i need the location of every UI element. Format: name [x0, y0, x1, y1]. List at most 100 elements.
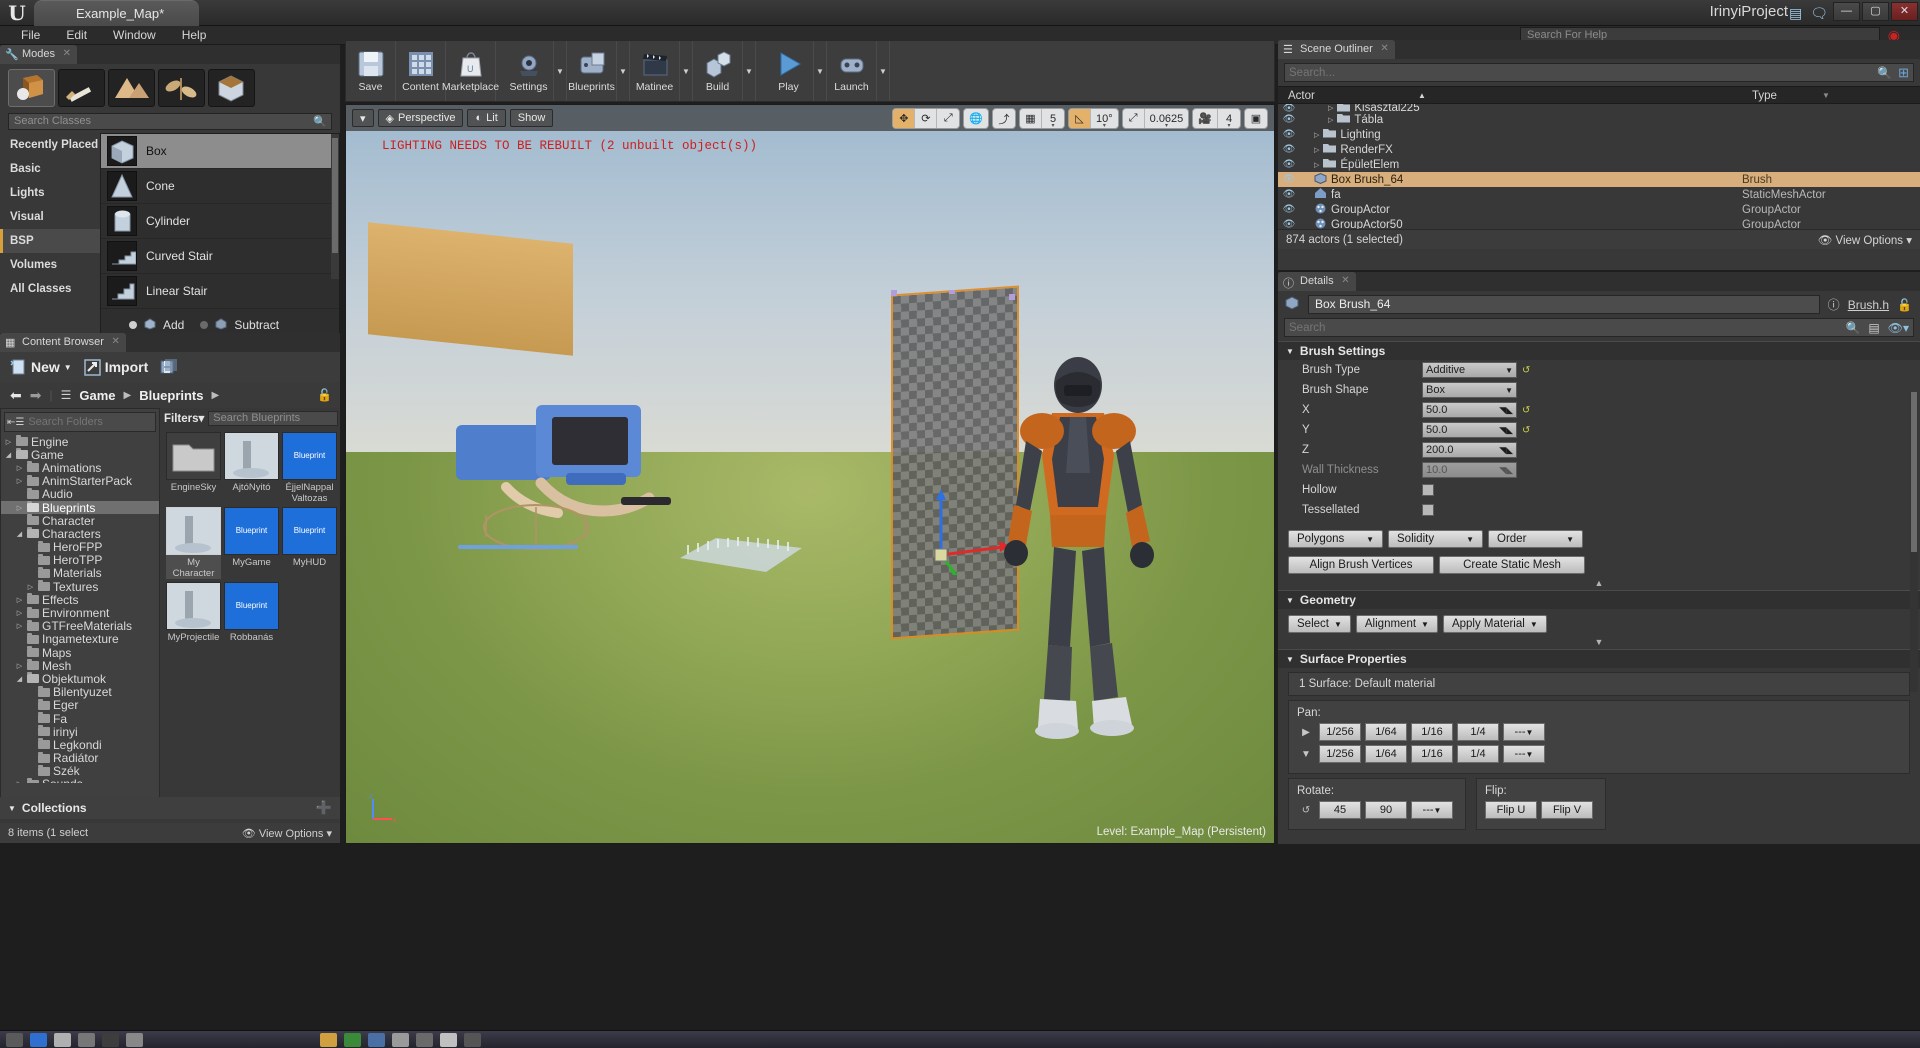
polygons-dropdown[interactable]: Polygons ▼ — [1288, 530, 1383, 548]
taskbar-item[interactable] — [416, 1032, 433, 1047]
hollow-checkbox[interactable] — [1422, 484, 1434, 496]
asset-thumbnail[interactable] — [166, 582, 221, 630]
collections-bar[interactable]: ▼ Collections ➕ — [0, 797, 340, 819]
toolbar-matinee-dropdown[interactable]: ▼ — [680, 41, 693, 101]
viewport-options-button[interactable]: ▾ — [352, 109, 374, 127]
search-assets-input[interactable]: Search Blueprints — [208, 410, 338, 426]
keyboard-actor[interactable] — [676, 520, 806, 580]
tree-expander-icon[interactable]: ▷ — [26, 583, 35, 591]
asset-thumbnail[interactable] — [166, 507, 221, 555]
folder-node-gtfreematerials[interactable]: ▷ GTFreeMaterials — [1, 619, 159, 633]
toolbar-save-button[interactable]: Save — [346, 41, 396, 101]
mode-category-basic[interactable]: Basic — [0, 157, 100, 181]
brush-shape-select[interactable]: Box ▼ — [1422, 382, 1517, 398]
unlock-icon[interactable]: 🔓 — [1897, 298, 1912, 312]
foliage-mode-button[interactable] — [158, 69, 205, 107]
mode-category-volumes[interactable]: Volumes — [0, 253, 100, 277]
taskbar-item[interactable] — [392, 1032, 409, 1047]
column-actor[interactable]: Actor ▲ — [1278, 87, 1742, 103]
folder-node-audio[interactable]: Audio — [1, 487, 159, 501]
tree-expander-icon[interactable]: ▷ — [1314, 131, 1319, 139]
brush-type-select[interactable]: Additive ▼ — [1422, 362, 1517, 378]
import-button[interactable]: Import — [83, 358, 148, 376]
chat-icon[interactable]: 🗨 — [1810, 5, 1828, 22]
tree-expander-icon[interactable]: ▷ — [1328, 116, 1333, 124]
align-brush-vertices-button[interactable]: Align Brush Vertices — [1288, 556, 1434, 574]
nav-forward-icon[interactable]: ➡ — [30, 387, 42, 404]
pan-v-164-button[interactable]: 1/64 — [1365, 745, 1407, 763]
folder-node-character[interactable]: Character — [1, 514, 159, 528]
pan-v-14-button[interactable]: 1/4 — [1457, 745, 1499, 763]
actor-name-field[interactable]: Box Brush_64 — [1308, 295, 1820, 314]
rotate-90-button[interactable]: 90 — [1365, 801, 1407, 819]
landscape-mode-button[interactable] — [108, 69, 155, 107]
scale-snap-toggle[interactable]: ⤢ — [1123, 109, 1145, 128]
folder-node-effects[interactable]: ▷ Effects — [1, 593, 159, 607]
folder-node-herotpp[interactable]: HeroTPP — [1, 553, 159, 567]
new-asset-button[interactable]: New ▼ — [10, 359, 72, 376]
folder-node-engine[interactable]: ▷ Engine — [1, 435, 159, 449]
tree-toggle-icon[interactable]: ⇤☰ — [7, 417, 24, 428]
folder-node-objektumok[interactable]: ◢ Objektumok — [1, 672, 159, 686]
asset-thumbnail[interactable]: Blueprint — [224, 582, 279, 630]
geometry-apply-material-button[interactable]: Apply Material ▼ — [1442, 615, 1547, 633]
geometry-edit-mode-button[interactable] — [208, 69, 255, 107]
grid-snap-value[interactable]: 5 ▾ — [1042, 109, 1064, 129]
folder-node-radiátor[interactable]: Radiátor — [1, 751, 159, 765]
folder-node-irinyi[interactable]: irinyi — [1, 725, 159, 739]
outliner-row-box-brush_64[interactable]: 👁 Box Brush_64 Brush — [1278, 172, 1920, 187]
placeable-item-cone[interactable]: Cone — [101, 169, 339, 204]
tree-expander-icon[interactable]: ▷ — [15, 622, 24, 630]
rotate--button[interactable]: --- ▼ — [1411, 801, 1453, 819]
angle-snap-toggle[interactable]: ◺ — [1069, 109, 1091, 128]
tree-expander-icon[interactable]: ▷ — [1314, 146, 1319, 154]
reset-icon[interactable]: ↺ — [1522, 365, 1530, 376]
pan-h-116-button[interactable]: 1/16 — [1411, 723, 1453, 741]
tree-expander-icon[interactable]: ▷ — [15, 596, 24, 604]
tree-expander-icon[interactable]: ◢ — [4, 451, 13, 459]
perspective-button[interactable]: ◈ Perspective — [377, 109, 464, 127]
outliner-row-groupactor[interactable]: 👁 GroupActor GroupActor — [1278, 202, 1920, 217]
close-button[interactable]: ✕ — [1891, 2, 1918, 21]
search-classes-input[interactable]: Search Classes 🔍 — [8, 113, 332, 130]
folder-node-szék[interactable]: Szék — [1, 764, 159, 778]
taskbar-item[interactable] — [126, 1032, 143, 1047]
column-type[interactable]: Type ▼ — [1742, 87, 1920, 103]
taskbar-item[interactable] — [344, 1032, 361, 1047]
view-options-button[interactable]: 👁 View Options ▾ — [242, 827, 332, 840]
visibility-eye-icon[interactable]: 👁 — [1278, 144, 1300, 155]
folder-node-eger[interactable]: Eger — [1, 698, 159, 712]
surface-snap-button[interactable]: ⤴ — [993, 109, 1015, 128]
scale-snap-value[interactable]: 0.0625 ▾ — [1145, 109, 1189, 129]
world-space-button[interactable]: 🌐 — [964, 109, 988, 128]
mode-category-recently-placed[interactable]: Recently Placed — [0, 133, 100, 157]
asset-thumbnail[interactable] — [224, 432, 279, 480]
breadcrumb-blueprints[interactable]: Blueprints — [139, 388, 203, 403]
toolbar-build-dropdown[interactable]: ▼ — [743, 41, 756, 101]
rotate-gizmo-button[interactable]: ⟳ — [915, 109, 938, 128]
folder-node-characters[interactable]: ◢ Characters — [1, 527, 159, 541]
toolbar-content-button[interactable]: Content — [396, 41, 446, 101]
pan-v-1256-button[interactable]: 1/256 — [1319, 745, 1361, 763]
tree-expander-icon[interactable]: ▷ — [15, 609, 24, 617]
geometry-alignment-button[interactable]: Alignment ▼ — [1355, 615, 1438, 633]
map-tab[interactable]: Example_Map* — [34, 0, 199, 26]
outliner-row-renderfx[interactable]: 👁 ▷ RenderFX — [1278, 142, 1920, 157]
toolbar-build-button[interactable]: Build — [693, 41, 743, 101]
folder-node-mesh[interactable]: ▷ Mesh — [1, 659, 159, 673]
view-mode-button[interactable]: ◐ Lit — [467, 109, 506, 127]
tree-expander-icon[interactable]: ▷ — [15, 477, 24, 485]
tree-expander-icon[interactable]: ▷ — [15, 464, 24, 472]
paint-mode-button[interactable] — [58, 69, 105, 107]
visibility-eye-icon[interactable]: 👁 — [1278, 114, 1300, 125]
maximize-viewport-button[interactable]: ▣ — [1245, 109, 1267, 128]
filters-button[interactable]: Filters▾ — [164, 411, 204, 425]
folder-node-herofpp[interactable]: HeroFPP — [1, 540, 159, 554]
menu-item-edit[interactable]: Edit — [53, 26, 100, 45]
search-folders-input[interactable]: ⇤☰ 🔍 — [4, 412, 187, 432]
toolbar-launch-dropdown[interactable]: ▼ — [877, 41, 890, 101]
pan-down-icon[interactable]: ▼ — [1297, 749, 1315, 760]
section-geometry[interactable]: ▼ Geometry — [1278, 590, 1920, 609]
camera-speed-icon[interactable]: 🎥 — [1193, 109, 1218, 128]
folder-node-sounds[interactable]: ▷ Sounds — [1, 777, 159, 783]
